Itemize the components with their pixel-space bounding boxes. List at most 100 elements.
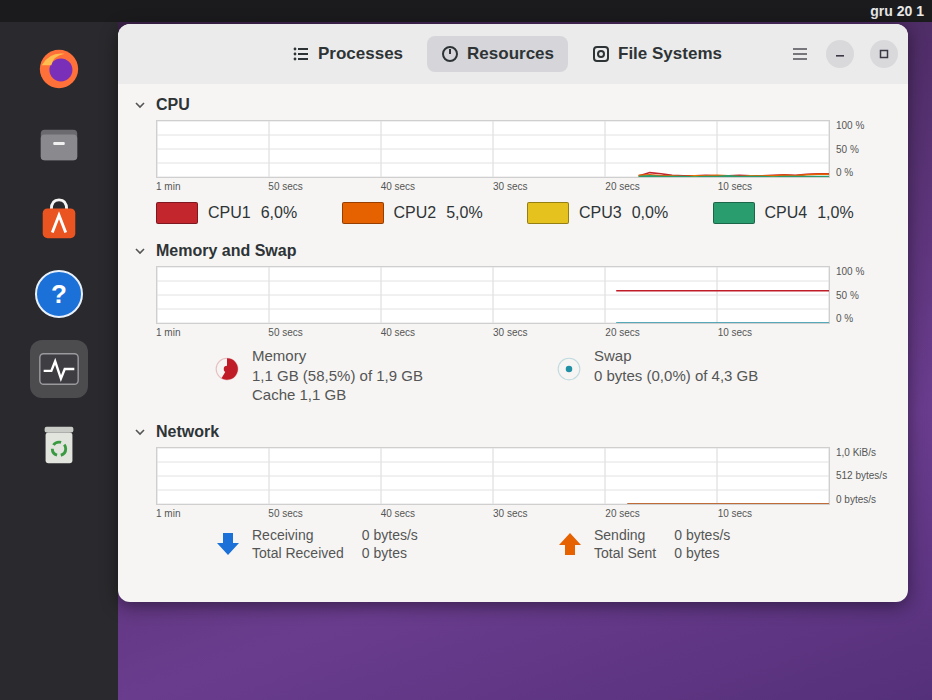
x-tick: 50 secs xyxy=(268,327,380,338)
tab[interactable]: Processes xyxy=(278,36,417,72)
x-tick: 10 secs xyxy=(718,508,830,519)
x-tick: 50 secs xyxy=(268,181,380,192)
series-line xyxy=(616,322,829,324)
cpu-chart: 1 min50 secs40 secs30 secs20 secs10 secs… xyxy=(156,120,898,192)
cpu-legend: CPU16,0%CPU25,0%CPU30,0%CPU41,0% xyxy=(156,202,898,224)
usage-pie-icon[interactable] xyxy=(214,356,240,382)
dock-item[interactable]: ? xyxy=(30,265,88,323)
network-legend-item: Receiving0 bytes/sTotal Received0 bytes xyxy=(214,527,556,561)
cpu-legend-item[interactable]: CPU16,0% xyxy=(156,202,342,224)
memory-legend-item: Swap0 bytes (0,0%) of 4,3 GB xyxy=(556,346,898,405)
trash-icon xyxy=(36,421,82,467)
dock: ? xyxy=(0,22,118,700)
desktop: gru 20 1? Processes Resources File Systems C… xyxy=(0,0,932,700)
cpu-legend-item[interactable]: CPU41,0% xyxy=(713,202,899,224)
upload-arrow-icon[interactable] xyxy=(556,530,584,558)
series-line xyxy=(627,503,829,505)
dock-item[interactable] xyxy=(30,40,88,98)
x-tick: 30 secs xyxy=(493,181,605,192)
x-axis: 1 min50 secs40 secs30 secs20 secs10 secs xyxy=(156,324,830,338)
y-tick: 50 % xyxy=(836,290,898,301)
minimize-button[interactable] xyxy=(826,40,854,68)
series-line xyxy=(639,174,829,176)
y-tick: 100 % xyxy=(836,120,898,131)
cpu-section: CPU1 min50 secs40 secs30 secs20 secs10 s… xyxy=(134,90,898,230)
app-center-icon xyxy=(36,196,82,242)
memory-chart: 1 min50 secs40 secs30 secs20 secs10 secs… xyxy=(156,266,898,338)
y-tick: 100 % xyxy=(836,266,898,277)
y-tick: 0 % xyxy=(836,313,898,324)
y-tick: 512 bytes/s xyxy=(836,470,898,481)
firefox-icon xyxy=(36,46,82,92)
chart-plot xyxy=(156,266,830,324)
maximize-icon xyxy=(878,48,890,60)
network-legend: Receiving0 bytes/sTotal Received0 bytesS… xyxy=(214,527,898,561)
top-bar: gru 20 1 xyxy=(0,0,932,22)
chart-plot xyxy=(156,120,830,178)
y-tick: 0 bytes/s xyxy=(836,494,898,505)
memory-section: Memory and Swap1 min50 secs40 secs30 sec… xyxy=(134,236,898,411)
x-axis: 1 min50 secs40 secs30 secs20 secs10 secs xyxy=(156,178,830,192)
x-tick: 10 secs xyxy=(718,181,830,192)
help-glyph: ? xyxy=(51,281,67,307)
chart-plot xyxy=(156,447,830,505)
color-swatch[interactable] xyxy=(713,202,755,224)
y-axis: 1,0 KiB/s 512 bytes/s 0 bytes/s xyxy=(836,447,898,505)
network-section: Network1 min50 secs40 secs30 secs20 secs… xyxy=(134,417,898,567)
tab[interactable]: Resources xyxy=(427,36,568,72)
system-monitor-icon xyxy=(36,346,82,392)
x-tick: 1 min xyxy=(156,508,268,519)
chevron-icon xyxy=(134,426,146,438)
x-tick: 20 secs xyxy=(605,327,717,338)
cpu-legend-item[interactable]: CPU30,0% xyxy=(527,202,713,224)
x-tick: 10 secs xyxy=(718,327,830,338)
chevron-icon xyxy=(134,245,146,257)
y-axis: 100 % 50 % 0 % xyxy=(836,120,898,178)
x-tick: 40 secs xyxy=(381,181,493,192)
files-icon xyxy=(36,121,82,167)
usage-pie-icon[interactable] xyxy=(556,356,582,382)
window-controls xyxy=(790,40,898,68)
color-swatch[interactable] xyxy=(342,202,384,224)
y-tick: 0 % xyxy=(836,167,898,178)
color-swatch[interactable] xyxy=(527,202,569,224)
cpu-legend-item[interactable]: CPU25,0% xyxy=(342,202,528,224)
x-tick: 20 secs xyxy=(605,181,717,192)
section-header[interactable]: Network xyxy=(134,417,898,447)
tab[interactable]: File Systems xyxy=(578,36,736,72)
memory-legend-item: Memory1,1 GB (58,5%) of 1,9 GBCache 1,1 … xyxy=(214,346,556,405)
menu-icon[interactable] xyxy=(790,44,810,64)
x-tick: 50 secs xyxy=(268,508,380,519)
x-tick: 30 secs xyxy=(493,508,605,519)
x-tick: 20 secs xyxy=(605,508,717,519)
network-legend-item: Sending0 bytes/sTotal Sent0 bytes xyxy=(556,527,898,561)
x-tick: 1 min xyxy=(156,327,268,338)
x-tick: 1 min xyxy=(156,181,268,192)
resources-view: CPU1 min50 secs40 secs30 secs20 secs10 s… xyxy=(118,84,908,602)
header-bar: Processes Resources File Systems xyxy=(118,24,908,84)
series-line xyxy=(639,176,829,178)
section-header[interactable]: Memory and Swap xyxy=(134,236,898,266)
y-axis: 100 % 50 % 0 % xyxy=(836,266,898,324)
view-switcher: Processes Resources File Systems xyxy=(278,36,736,72)
clock[interactable]: gru 20 1 xyxy=(870,3,924,19)
download-arrow-icon[interactable] xyxy=(214,530,242,558)
series-line xyxy=(627,503,829,505)
dock-item[interactable] xyxy=(30,190,88,248)
y-tick: 50 % xyxy=(836,144,898,155)
x-tick: 40 secs xyxy=(381,327,493,338)
chevron-icon xyxy=(134,99,146,111)
color-swatch[interactable] xyxy=(156,202,198,224)
minimize-icon xyxy=(834,48,846,60)
y-tick: 1,0 KiB/s xyxy=(836,447,898,458)
dock-item[interactable] xyxy=(30,340,88,398)
help-icon: ? xyxy=(35,270,83,318)
section-header[interactable]: CPU xyxy=(134,90,898,120)
system-monitor-window: ProcessesResourcesFile SystemsCPU1 min50… xyxy=(118,24,908,602)
dock-item[interactable] xyxy=(30,115,88,173)
series-line xyxy=(639,176,829,177)
memory-legend: Memory1,1 GB (58,5%) of 1,9 GBCache 1,1 … xyxy=(214,346,898,405)
maximize-button[interactable] xyxy=(870,40,898,68)
dock-item[interactable] xyxy=(30,415,88,473)
series-line xyxy=(616,290,829,292)
